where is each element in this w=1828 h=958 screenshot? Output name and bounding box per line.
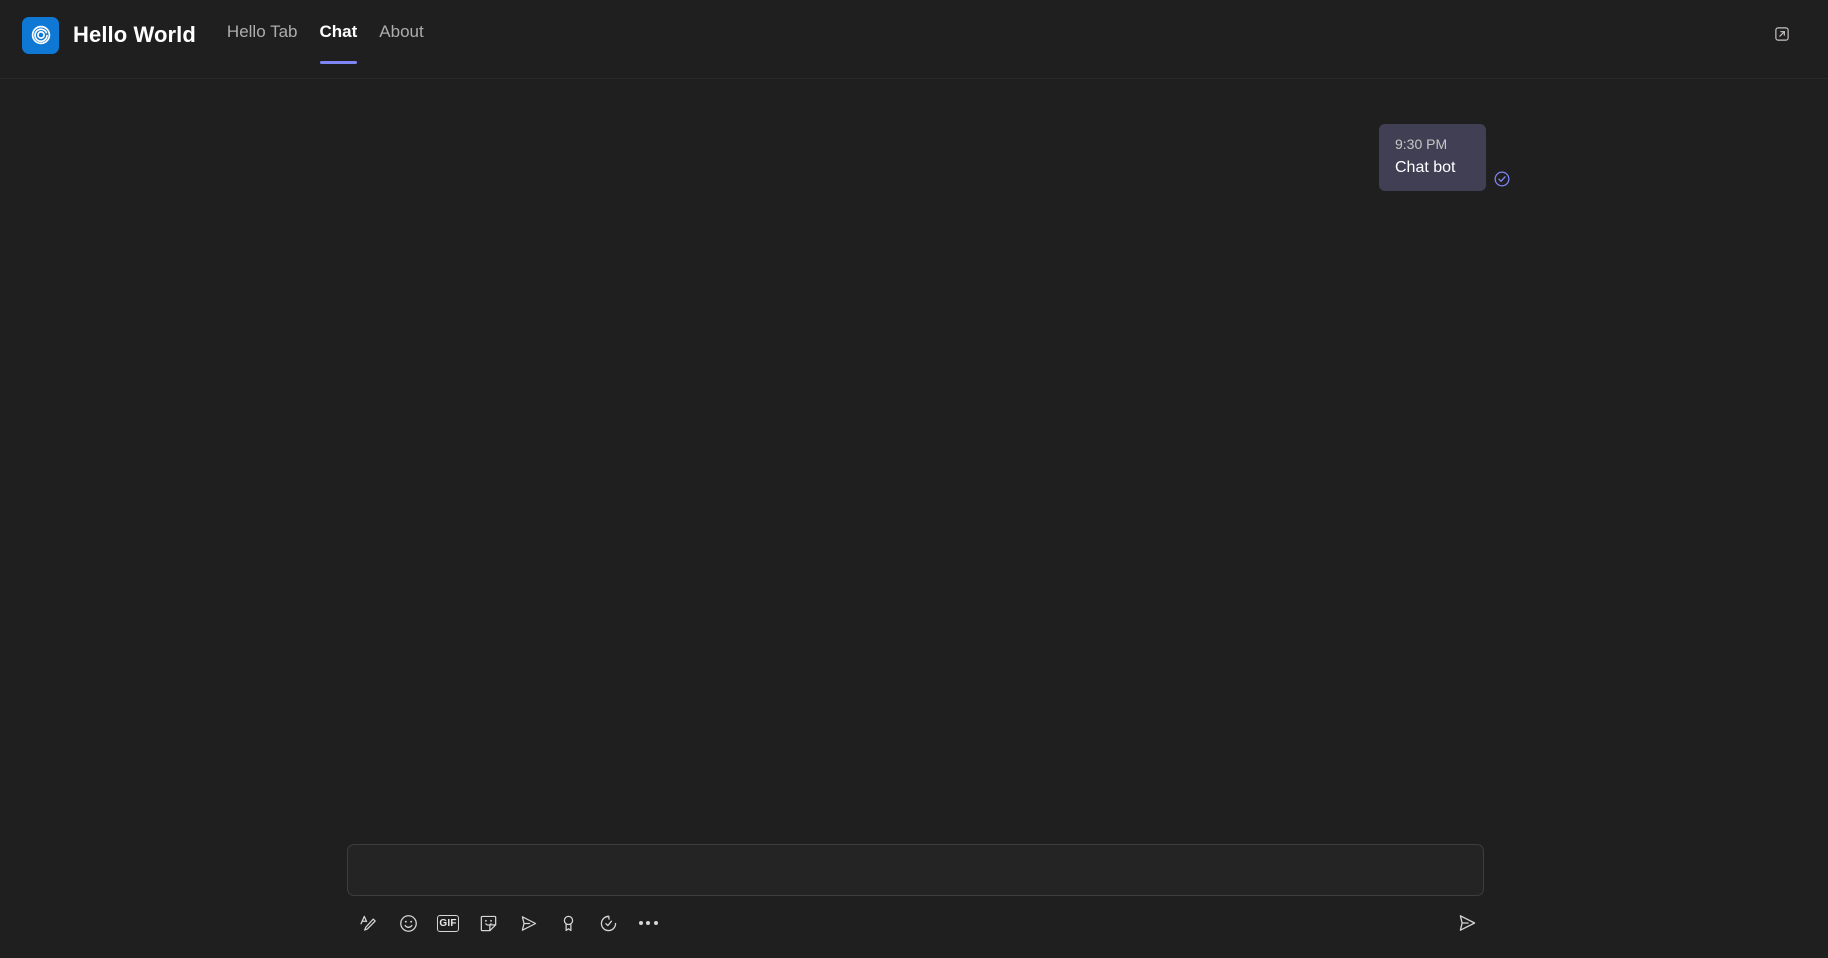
app-branding: Hello World [22, 0, 196, 68]
page-title: Hello World [73, 22, 196, 47]
tab-hello-tab[interactable]: Hello Tab [216, 0, 309, 79]
sticker-icon[interactable] [471, 906, 505, 940]
message-bubble[interactable]: 9:30 PM Chat bot [1379, 124, 1486, 191]
app-logo-spiral-icon [22, 16, 59, 54]
message-item[interactable]: 9:30 PM Chat bot [1379, 124, 1511, 191]
praise-icon[interactable] [551, 906, 585, 940]
message-timestamp: 9:30 PM [1395, 136, 1448, 152]
compose-inner: GIF [347, 844, 1484, 940]
tab-label: Hello Tab [226, 21, 298, 41]
conversation-pane: 9:30 PM Chat bot [0, 79, 1828, 844]
tab-bar: Hello Tab Chat About [216, 0, 435, 79]
emoji-icon[interactable] [391, 906, 425, 940]
gif-icon[interactable]: GIF [431, 906, 465, 940]
ellipsis-dots [638, 921, 658, 925]
header-actions [1766, 0, 1806, 68]
tab-about[interactable]: About [368, 0, 434, 79]
tab-label: About [379, 21, 424, 41]
compose-toolbar: GIF [347, 906, 1484, 940]
more-options-icon[interactable] [631, 906, 665, 940]
message-extensions-icon[interactable] [511, 906, 545, 940]
message-text: Chat bot [1395, 159, 1456, 176]
open-in-new-window-icon[interactable] [1766, 18, 1798, 50]
format-icon[interactable] [351, 906, 385, 940]
send-icon[interactable] [1450, 906, 1484, 940]
message-input[interactable] [362, 845, 1469, 895]
message-row: 9:30 PM Chat bot [22, 79, 1806, 191]
app-header: Hello World Hello Tab Chat About [0, 0, 1828, 79]
message-input-box[interactable] [347, 844, 1484, 896]
delivered-check-icon [1493, 170, 1511, 188]
gif-label: GIF [437, 914, 459, 932]
tab-label: Chat [319, 21, 358, 41]
compose-area: GIF [0, 844, 1828, 958]
teams-app-window: Hello World Hello Tab Chat About 9:30 PM… [0, 0, 1828, 958]
loop-components-icon[interactable] [591, 906, 625, 940]
tab-chat[interactable]: Chat [309, 0, 369, 79]
